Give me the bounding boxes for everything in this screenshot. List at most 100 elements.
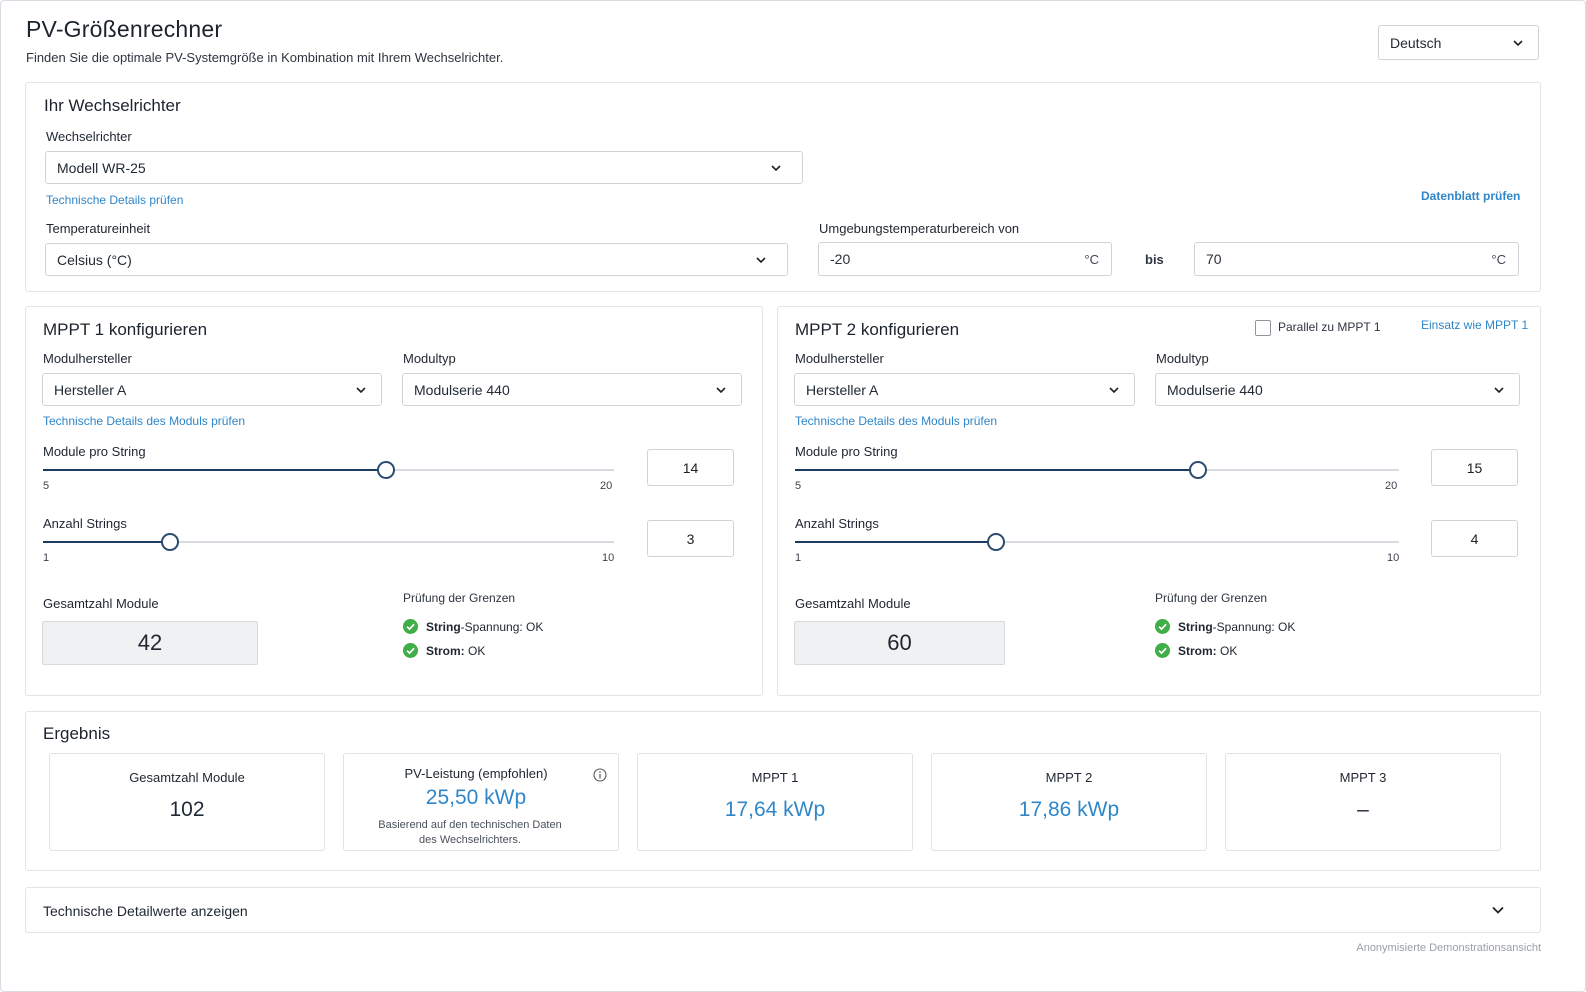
mppt1-strings-slider[interactable] <box>43 533 614 551</box>
temp-to-value: 70 <box>1206 251 1222 267</box>
check-voltage-bold: String <box>426 619 461 634</box>
mppt2-strings-label: Anzahl Strings <box>795 516 879 531</box>
page-subtitle: Finden Sie die optimale PV-Systemgröße i… <box>26 50 504 65</box>
result-value: 25,50 kWp <box>425 786 527 809</box>
check-voltage-bold: String <box>1178 619 1213 634</box>
inverter-select-value: Modell WR-25 <box>57 159 146 176</box>
details-accordion[interactable]: Technische Detailwerte anzeigen <box>25 887 1541 933</box>
result-value: – <box>1357 798 1369 821</box>
mppt1-manufacturer-select[interactable]: Hersteller A <box>42 373 382 406</box>
details-label: Technische Detailwerte anzeigen <box>43 903 248 919</box>
use-as-mppt1-link[interactable]: Einsatz wie MPPT 1 <box>1421 318 1528 332</box>
chevron-down-icon <box>1108 384 1120 396</box>
mppt1-manufacturer-label: Modulhersteller <box>43 351 132 366</box>
mppt1-type-value: Modulserie 440 <box>414 381 510 398</box>
footer-note: Anonymisierte Demonstrationsansicht <box>1356 942 1541 954</box>
mppt1-type-label: Modultyp <box>403 351 456 366</box>
result-value: 17,64 kWp <box>724 798 826 821</box>
mppt1-strings-input[interactable]: 3 <box>647 520 734 557</box>
mppt1-strings-label: Anzahl Strings <box>43 516 127 531</box>
mppt1-total-value: 42 <box>42 621 258 665</box>
bis-label: bis <box>1145 252 1164 267</box>
mppt2-mps-max: 20 <box>1385 480 1398 492</box>
mppt2-manufacturer-value: Hersteller A <box>806 381 879 398</box>
result-total-modules: Gesamtzahl Module 102 <box>49 753 325 851</box>
ambient-temp-label: Umgebungstemperaturbereich von <box>819 221 1020 236</box>
chevron-down-icon <box>1493 384 1505 396</box>
result-mppt3: MPPT 3 – <box>1225 753 1501 851</box>
mppt2-manufacturer-label: Modulhersteller <box>795 351 884 366</box>
mppt1-total-label: Gesamtzahl Module <box>43 596 159 611</box>
mppt2-total-label: Gesamtzahl Module <box>795 596 911 611</box>
mppt2-type-label: Modultyp <box>1156 351 1209 366</box>
check-current-bold: Strom: <box>1178 643 1217 658</box>
mppt1-manufacturer-value: Hersteller A <box>54 381 127 398</box>
check-circle-icon <box>403 619 418 634</box>
info-icon[interactable] <box>593 768 607 782</box>
parallel-checkbox[interactable] <box>1255 320 1271 336</box>
temp-from-input[interactable]: -20 °C <box>818 242 1112 276</box>
check-current-rest: OK <box>464 643 486 658</box>
result-mppt1: MPPT 1 17,64 kWp <box>637 753 913 851</box>
temp-from-value: -20 <box>830 251 851 267</box>
inverter-select[interactable]: Modell WR-25 <box>45 151 803 184</box>
mppt1-strings-min: 1 <box>43 552 50 564</box>
mppt1-module-details-link[interactable]: Technische Details des Moduls prüfen <box>43 414 245 428</box>
language-select[interactable]: Deutsch <box>1378 25 1539 60</box>
mppt2-strings-slider[interactable] <box>795 533 1399 551</box>
mppt2-strings-input[interactable]: 4 <box>1431 520 1518 557</box>
mppt1-strings-max: 10 <box>602 552 615 564</box>
check-circle-icon <box>1155 643 1170 658</box>
slider-thumb[interactable] <box>1188 461 1207 479</box>
result-note-line1: Basierend auf den technischen Daten <box>378 819 562 831</box>
mppt2-mps-label: Module pro String <box>795 444 898 459</box>
mppt1-type-select[interactable]: Modulserie 440 <box>402 373 742 406</box>
temp-to-input[interactable]: 70 °C <box>1194 242 1519 276</box>
slider-fill <box>795 469 1198 471</box>
slider-fill <box>43 469 386 471</box>
mppt1-title: MPPT 1 konfigurieren <box>43 320 208 339</box>
mppt2-strings-max: 10 <box>1387 552 1400 564</box>
mppt1-mps-min: 5 <box>43 480 50 492</box>
result-label: MPPT 3 <box>1339 770 1387 785</box>
slider-fill <box>795 541 997 543</box>
mppt2-type-value: Modulserie 440 <box>1167 381 1263 398</box>
mppt2-mps-min: 5 <box>795 480 802 492</box>
slider-fill <box>43 541 170 543</box>
result-title: Ergebnis <box>43 724 111 743</box>
mppt2-mps-slider[interactable] <box>795 461 1399 479</box>
datasheet-link[interactable]: Datenblatt prüfen <box>1421 189 1520 203</box>
slider-thumb[interactable] <box>376 461 395 479</box>
chevron-down-icon <box>715 384 727 396</box>
mppt2-current-check: Strom: OK <box>1155 643 1237 658</box>
mppt1-mps-max: 20 <box>600 480 613 492</box>
mppt1-mps-slider[interactable] <box>43 461 614 479</box>
temp-to-unit: °C <box>1491 252 1506 267</box>
mppt2-type-select[interactable]: Modulserie 440 <box>1155 373 1520 406</box>
result-mppt2: MPPT 2 17,86 kWp <box>931 753 1207 851</box>
tech-details-link[interactable]: Technische Details prüfen <box>46 193 183 207</box>
temp-unit-select[interactable]: Celsius (°C) <box>45 243 788 276</box>
temp-unit-select-value: Celsius (°C) <box>57 251 132 268</box>
result-note-line2: des Wechselrichters. <box>419 834 521 846</box>
inverter-label: Wechselrichter <box>46 129 132 144</box>
mppt1-mps-label: Module pro String <box>43 444 146 459</box>
chevron-down-icon <box>1492 906 1504 914</box>
mppt2-total-value: 60 <box>794 621 1005 665</box>
mppt2-limits-label: Prüfung der Grenzen <box>1155 591 1268 605</box>
mppt2-manufacturer-select[interactable]: Hersteller A <box>794 373 1135 406</box>
mppt2-mps-input[interactable]: 15 <box>1431 449 1518 486</box>
inverter-section-title: Ihr Wechselrichter <box>44 96 181 115</box>
temp-from-unit: °C <box>1084 252 1099 267</box>
check-voltage-rest: -Spannung: OK <box>1212 619 1296 634</box>
check-voltage-rest: -Spannung: OK <box>460 619 544 634</box>
check-circle-icon <box>1155 619 1170 634</box>
mppt1-mps-input[interactable]: 14 <box>647 449 734 486</box>
slider-thumb[interactable] <box>160 533 179 551</box>
mppt2-module-details-link[interactable]: Technische Details des Moduls prüfen <box>795 414 997 428</box>
chevron-down-icon <box>355 384 367 396</box>
result-value: 17,86 kWp <box>1018 798 1120 821</box>
mppt2-voltage-check: String -Spannung: OK <box>1155 619 1295 634</box>
mppt1-current-check: Strom: OK <box>403 643 485 658</box>
mppt1-limits-label: Prüfung der Grenzen <box>403 591 516 605</box>
